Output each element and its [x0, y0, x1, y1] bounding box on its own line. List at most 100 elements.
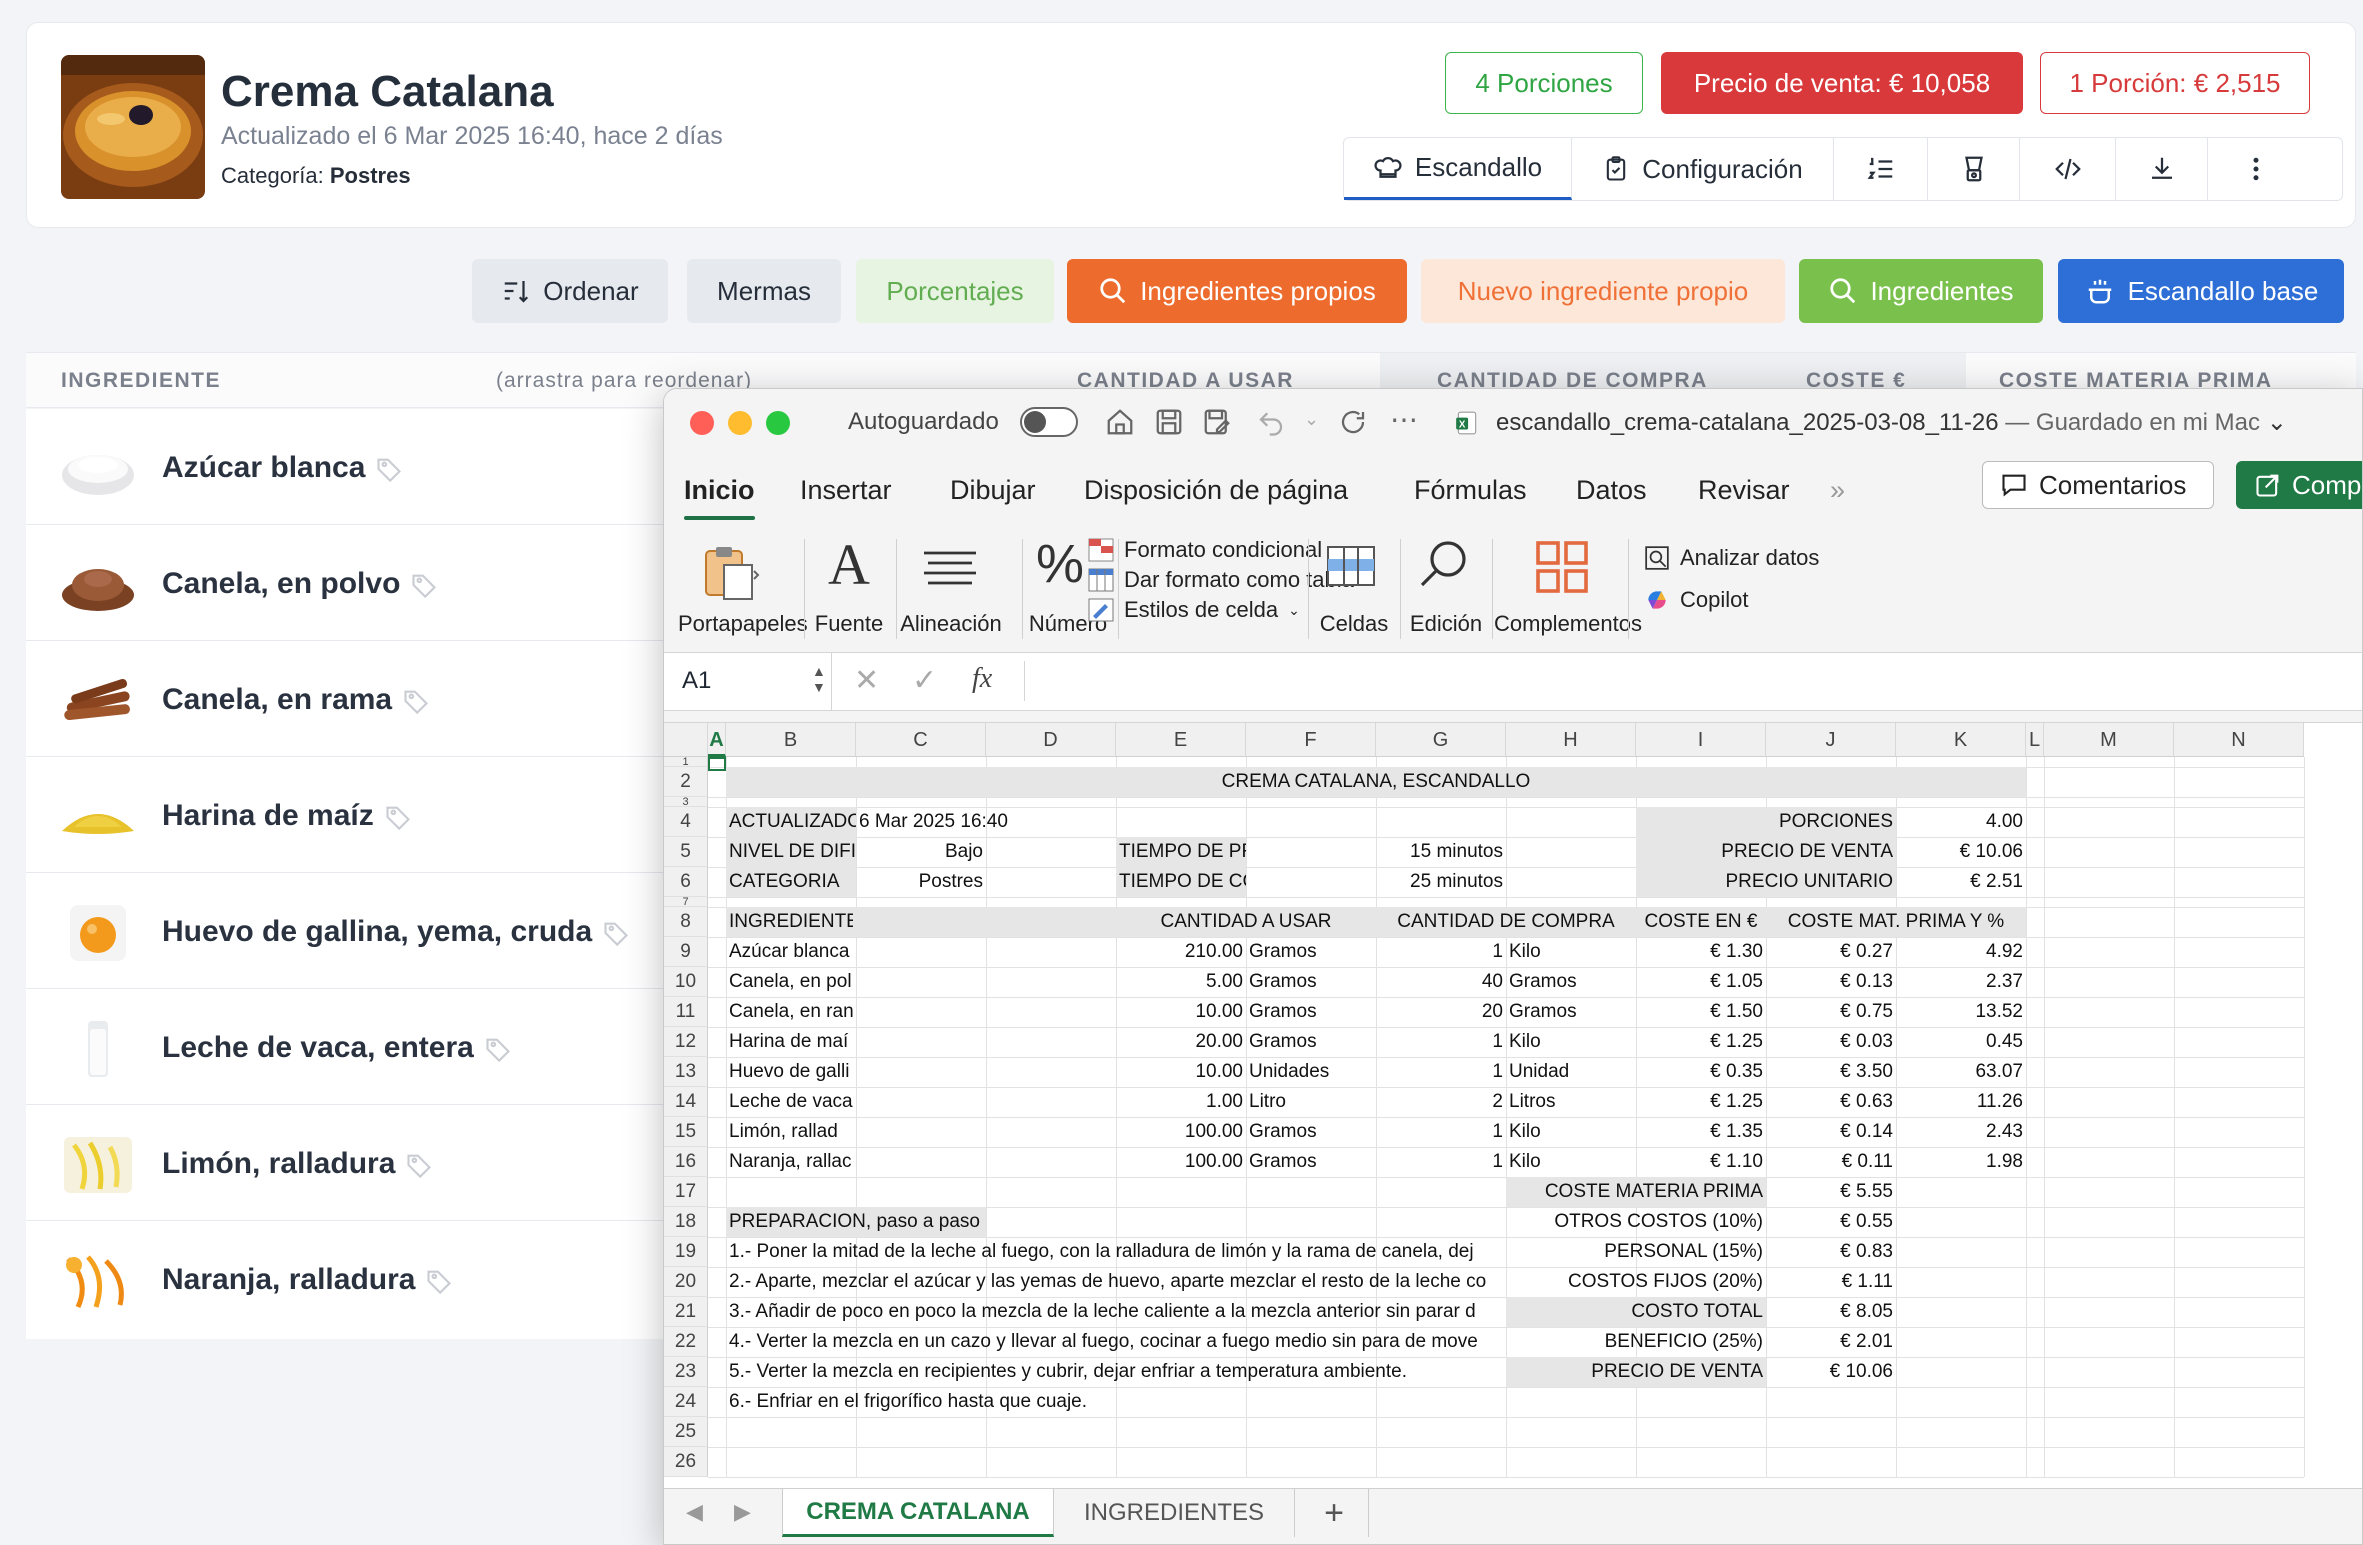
zoom-window-button[interactable]	[766, 411, 790, 435]
row-header[interactable]: 17	[664, 1177, 708, 1207]
meta-label[interactable]: TIEMPO DE PR	[1116, 837, 1246, 867]
row-header[interactable]: 2	[664, 767, 708, 797]
cost-cell[interactable]: € 1.30	[1639, 937, 1763, 967]
ingredient-row[interactable]: Naranja, ralladura	[26, 1221, 686, 1337]
row-header[interactable]: 15	[664, 1117, 708, 1147]
ingredient-cell[interactable]: Canela, en pol	[729, 967, 853, 997]
column-header[interactable]: H	[1506, 723, 1636, 757]
active-cell-a1[interactable]	[708, 757, 726, 771]
raw-cost-cell[interactable]: € 0.11	[1769, 1147, 1893, 1177]
tag-icon[interactable]	[410, 571, 438, 599]
row-header[interactable]: 18	[664, 1207, 708, 1237]
save-icon[interactable]	[1154, 407, 1184, 437]
cell-styles-button[interactable]: Estilos de celda ⌄	[1088, 597, 1300, 623]
undo-dropdown-icon[interactable]: ⌄	[1304, 409, 1319, 430]
row-header[interactable]: 10	[664, 967, 708, 997]
meta-label[interactable]: NIVEL DE DIFI	[726, 837, 856, 867]
own-ingredients-button[interactable]: Ingredientes propios	[1067, 259, 1407, 323]
add-sheet-button[interactable]: +	[1304, 1489, 1364, 1537]
header-cell[interactable]: CANTIDAD DE COMPRA	[1379, 907, 1633, 937]
ingredient-cell[interactable]: Canela, en ran	[729, 997, 853, 1027]
prep-step[interactable]: 3.- Añadir de poco en poco la mezcla de …	[729, 1297, 1503, 1327]
meta-value[interactable]: € 2.51	[1899, 867, 2023, 897]
total-label[interactable]: OTROS COSTOS (10%)	[1509, 1207, 1763, 1237]
qty-cell[interactable]: 100.00	[1119, 1117, 1243, 1147]
base-escandallo-button[interactable]: Escandallo base	[2058, 259, 2344, 323]
conditional-format-button[interactable]: Formato condicional ⌄	[1088, 537, 1344, 563]
sheet-tab-crema-catalana[interactable]: CREMA CATALANA	[782, 1489, 1054, 1537]
header-cell[interactable]: COSTE MAT. PRIMA Y %	[1769, 907, 2023, 937]
row-header[interactable]: 4	[664, 807, 708, 837]
meta-value[interactable]: € 10.06	[1899, 837, 2023, 867]
row-header[interactable]: 24	[664, 1387, 708, 1417]
buy-qty-cell[interactable]: 1	[1379, 1117, 1503, 1147]
close-window-button[interactable]	[690, 411, 714, 435]
meta-label[interactable]: ACTUALIZADO	[726, 807, 856, 837]
cells-group[interactable]: Celdas	[1308, 525, 1400, 653]
ingredient-row[interactable]: Leche de vaca, entera	[26, 989, 686, 1105]
column-header[interactable]: I	[1636, 723, 1766, 757]
buy-unit-cell[interactable]: Kilo	[1509, 1147, 1633, 1177]
cost-cell[interactable]: € 1.50	[1639, 997, 1763, 1027]
column-header[interactable]: J	[1766, 723, 1896, 757]
column-header[interactable]: D	[986, 723, 1116, 757]
ribbon-tab-revisar[interactable]: Revisar	[1698, 475, 1790, 506]
ribbon-overflow-icon[interactable]: »	[1830, 475, 1845, 506]
tag-icon[interactable]	[484, 1035, 512, 1063]
row-header[interactable]: 13	[664, 1057, 708, 1087]
alignment-group[interactable]: Alineación	[886, 525, 1016, 653]
tab-blender[interactable]	[1928, 138, 2020, 200]
unit-cell[interactable]: Gramos	[1249, 1147, 1373, 1177]
share-button[interactable]: Comp	[2236, 461, 2362, 509]
percent-cell[interactable]: 13.52	[1899, 997, 2023, 1027]
buy-qty-cell[interactable]: 20	[1379, 997, 1503, 1027]
total-label[interactable]: BENEFICIO (25%)	[1509, 1327, 1763, 1357]
select-all-corner[interactable]	[664, 723, 708, 757]
prep-step[interactable]: 5.- Verter la mezcla en recipientes y cu…	[729, 1357, 1503, 1387]
qty-cell[interactable]: 10.00	[1119, 1057, 1243, 1087]
prep-step[interactable]: 4.- Verter la mezcla en un cazo y llevar…	[729, 1327, 1503, 1357]
column-header[interactable]: C	[856, 723, 986, 757]
row-header[interactable]: 9	[664, 937, 708, 967]
cost-cell[interactable]: € 1.35	[1639, 1117, 1763, 1147]
more-horizontal-icon[interactable]: ⋯	[1390, 403, 1418, 436]
addins-group[interactable]: Complementos	[1494, 525, 1642, 653]
buy-unit-cell[interactable]: Kilo	[1509, 1027, 1633, 1057]
ribbon-tab-inicio[interactable]: Inicio	[684, 475, 755, 520]
namebox-stepper-icon[interactable]: ▲ ▼	[812, 663, 826, 695]
column-header[interactable]: A	[708, 723, 726, 757]
cost-cell[interactable]: € 1.25	[1639, 1027, 1763, 1057]
tab-code[interactable]	[2020, 138, 2116, 200]
unit-cell[interactable]: Gramos	[1249, 937, 1373, 967]
prep-step[interactable]: 1.- Poner la mitad de la leche al fuego,…	[729, 1237, 1503, 1267]
total-value[interactable]: € 10.06	[1769, 1357, 1893, 1387]
row-header[interactable]: 5	[664, 837, 708, 867]
editing-group[interactable]: Edición	[1400, 525, 1492, 653]
buy-unit-cell[interactable]: Litros	[1509, 1087, 1633, 1117]
tab-download[interactable]	[2116, 138, 2208, 200]
raw-cost-cell[interactable]: € 0.14	[1769, 1117, 1893, 1147]
raw-cost-cell[interactable]: € 0.03	[1769, 1027, 1893, 1057]
clipboard-group[interactable]: Portapapeles	[678, 525, 808, 653]
row-header[interactable]: 7	[664, 897, 708, 908]
tab-configuracion[interactable]: Configuración	[1572, 138, 1834, 200]
column-header[interactable]: G	[1376, 723, 1506, 757]
prep-step[interactable]: 6.- Enfriar en el frigorífico hasta que …	[729, 1387, 2029, 1417]
save-as-icon[interactable]	[1202, 407, 1232, 437]
ingredient-cell[interactable]: Huevo de galli	[729, 1057, 853, 1087]
meta-value[interactable]: Postres	[859, 867, 983, 897]
sheet-title[interactable]: CREMA CATALANA, ESCANDALLO	[726, 767, 2026, 797]
buy-qty-cell[interactable]: 1	[1379, 1057, 1503, 1087]
font-group[interactable]: A Fuente	[804, 525, 894, 653]
row-header[interactable]: 12	[664, 1027, 708, 1057]
tag-icon[interactable]	[375, 455, 403, 483]
total-label[interactable]: COSTO TOTAL	[1506, 1297, 1766, 1327]
raw-cost-cell[interactable]: € 0.27	[1769, 937, 1893, 967]
buy-qty-cell[interactable]: 1	[1379, 1027, 1503, 1057]
ingredient-cell[interactable]: Leche de vaca,	[729, 1087, 853, 1117]
ingredient-cell[interactable]: Harina de maí	[729, 1027, 853, 1057]
tag-icon[interactable]	[402, 687, 430, 715]
prev-sheet-icon[interactable]: ◀	[686, 1499, 703, 1525]
meta-label[interactable]: PRECIO UNITARIO	[1636, 867, 1896, 897]
sale-price-badge[interactable]: Precio de venta: € 10,058	[1661, 52, 2023, 114]
